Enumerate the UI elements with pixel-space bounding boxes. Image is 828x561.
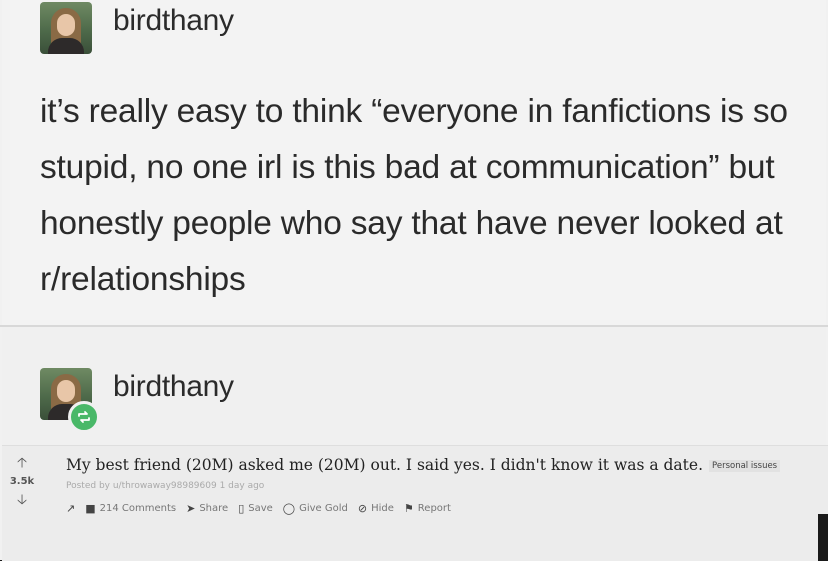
comments-button[interactable]: ■ 214 Comments	[85, 502, 176, 515]
post-username[interactable]: birdthany	[113, 4, 234, 38]
flair-badge: Personal issues	[709, 460, 781, 472]
reblog-post: birdthany 🡡 3.5k 🡣 My best friend (20M) …	[2, 327, 828, 561]
upvote-icon[interactable]: 🡡	[2, 456, 42, 470]
reblog-username[interactable]: birdthany	[113, 370, 234, 404]
hide-button[interactable]: ⊘ Hide	[358, 502, 394, 515]
original-post: birdthany it’s really easy to think “eve…	[2, 0, 826, 325]
post-text: it’s really easy to think “everyone in f…	[40, 93, 788, 298]
share-button[interactable]: ➤ Share	[186, 502, 228, 515]
give-gold-button[interactable]: ◯ Give Gold	[283, 502, 348, 515]
vote-widget: 🡡 3.5k 🡣	[2, 456, 42, 507]
hide-icon: ⊘	[357, 502, 368, 515]
gold-icon: ◯	[282, 502, 296, 515]
screenshot-page: birdthany it’s really easy to think “eve…	[0, 0, 828, 561]
post-score: 3.5k	[9, 476, 35, 487]
expand-icon: ↗	[66, 502, 76, 515]
reddit-post-screenshot: 🡡 3.5k 🡣 My best friend (20M) asked me (…	[2, 445, 828, 561]
edge-shadow	[818, 514, 828, 561]
reddit-action-bar: ↗ ■ 214 Comments ➤ Share ▯ Save ◯ Give Gold …	[66, 502, 451, 515]
reddit-title-text[interactable]: My best friend (20M) asked me (20M) out.…	[66, 456, 703, 474]
share-icon: ➤	[186, 502, 196, 515]
comment-icon: ■	[85, 502, 96, 515]
save-button[interactable]: ▯ Save	[238, 502, 273, 515]
downvote-icon[interactable]: 🡣	[2, 493, 42, 507]
reddit-post-title[interactable]: My best friend (20M) asked me (20M) out.…	[66, 456, 781, 474]
reblog-icon	[68, 401, 100, 433]
report-button[interactable]: ⚑ Report	[404, 502, 451, 515]
bookmark-icon: ▯	[238, 502, 245, 515]
user-avatar[interactable]	[40, 2, 92, 54]
expand-button[interactable]: ↗	[66, 502, 75, 515]
reddit-post-meta: Posted by u/throwaway98989609 1 day ago	[66, 481, 265, 491]
flag-icon: ⚑	[403, 502, 414, 515]
